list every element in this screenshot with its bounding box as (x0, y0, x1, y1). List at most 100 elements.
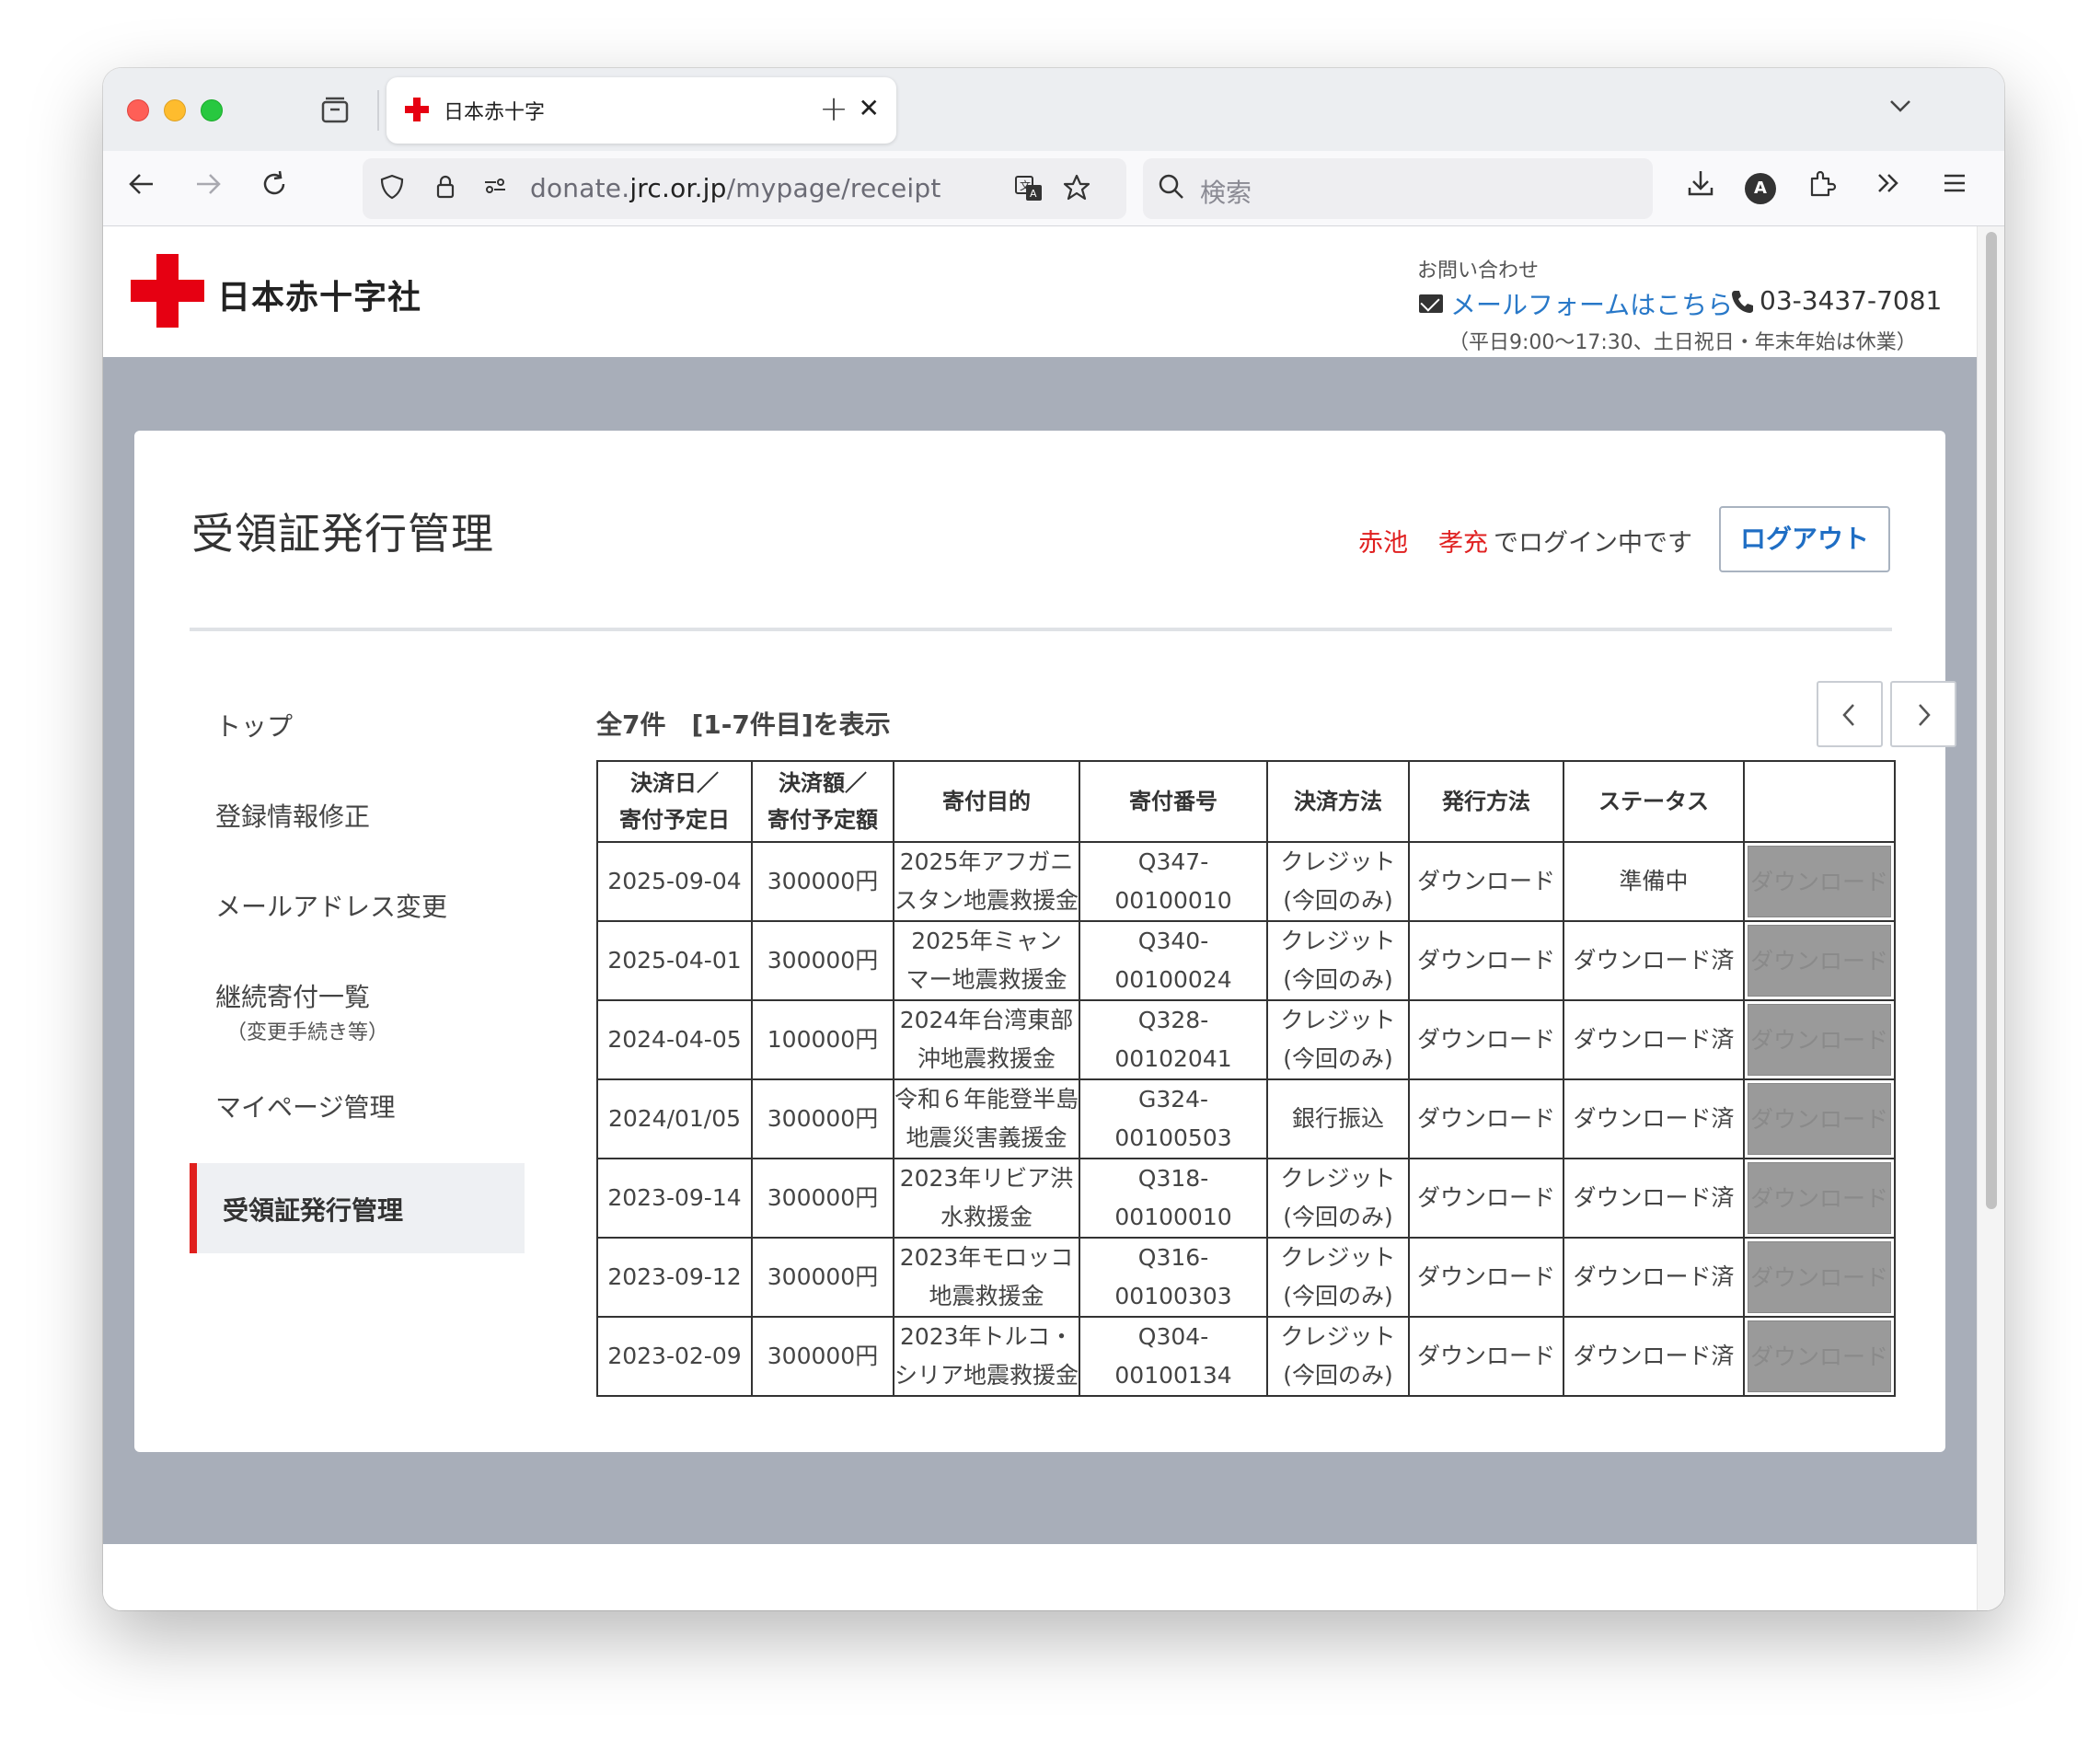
download-button[interactable]: ダウンロード (1748, 1004, 1892, 1076)
download-button[interactable]: ダウンロード (1748, 925, 1892, 997)
address-bar[interactable]: donate.jrc.or.jp/mypage/receipt 文A (363, 158, 1126, 219)
column-header (1743, 760, 1897, 843)
shield-icon[interactable] (375, 173, 409, 206)
sidebar-item-label: トップ (215, 711, 294, 742)
purpose-cell-line: 地震救援金 (929, 1283, 1044, 1309)
payment-method-cell: クレジット (今回のみ) (1266, 999, 1411, 1080)
action-cell: ダウンロード (1743, 1316, 1897, 1397)
close-tab-icon[interactable]: ✕ (859, 92, 880, 125)
sidebar-item-recurring-donations[interactable]: 継続寄付一覧 （変更手続き等） (190, 950, 525, 1073)
logo-text[interactable]: 日本赤十字社 (217, 271, 421, 318)
url-prefix: donate. (530, 173, 630, 203)
lock-icon[interactable] (429, 173, 462, 206)
payment-method-cell-line: 銀行振込 (1292, 1105, 1385, 1132)
scrollbar-thumb[interactable] (1986, 232, 1997, 1209)
svg-text:A: A (1030, 188, 1037, 200)
reload-icon[interactable] (254, 167, 294, 208)
download-button[interactable]: ダウンロード (1748, 1162, 1892, 1234)
purpose-cell: 2023年トルコ・ シリア地震救援金 (892, 1316, 1081, 1397)
chevron-down-icon[interactable] (1887, 92, 1914, 126)
payment-method-cell: クレジット (今回のみ) (1266, 920, 1411, 1001)
table-row: 2023-02-09 300000円 2023年トルコ・ シリア地震救援金 Q304-0… (596, 1316, 1897, 1397)
payment-method-cell-line: (今回のみ) (1283, 1045, 1393, 1072)
permissions-icon[interactable] (479, 173, 512, 206)
payment-method-cell-line: クレジット (1280, 848, 1396, 875)
user-last-name: 赤池 (1358, 529, 1408, 558)
url-text[interactable]: donate.jrc.or.jp/mypage/receipt (530, 173, 941, 203)
payment-date-cell: 2024/01/05 (596, 1078, 753, 1159)
new-tab-button[interactable]: + (815, 90, 852, 127)
sidebar-item-email-change[interactable]: メールアドレス変更 (190, 859, 525, 950)
back-arrow-icon[interactable] (121, 167, 162, 208)
tab-overview-icon[interactable] (318, 94, 352, 127)
account-avatar-icon[interactable]: A (1745, 173, 1776, 204)
status-cell: ダウンロード済 (1563, 1078, 1746, 1159)
payment-method-cell-line: クレジット (1280, 1007, 1396, 1033)
purpose-cell-line: 水救援金 (940, 1204, 1033, 1230)
purpose-cell: 2023年リビア洪 水救援金 (892, 1158, 1081, 1239)
user-first-name: 孝充 (1438, 529, 1488, 558)
download-button[interactable]: ダウンロード (1748, 1083, 1892, 1155)
donation-number-cell: Q328-00102041 (1079, 999, 1269, 1080)
extensions-icon[interactable] (1802, 167, 1842, 208)
zoom-window-button[interactable] (201, 99, 223, 121)
title-divider (190, 628, 1892, 631)
overflow-chevrons-icon[interactable] (1868, 167, 1909, 208)
purpose-cell: 令和６年能登半島 地震災害義援金 (892, 1078, 1081, 1159)
payment-method-cell-line: クレジット (1280, 1323, 1396, 1350)
purpose-cell-line: シリア地震救援金 (894, 1362, 1079, 1389)
sidebar-item-profile-edit[interactable]: 登録情報修正 (190, 769, 525, 859)
sidebar-item-mypage-settings[interactable]: マイページ管理 (190, 1073, 525, 1163)
column-header: 決済額／ 寄付予定額 (751, 760, 894, 843)
next-page-button[interactable] (1890, 681, 1956, 747)
column-header-text: 寄付目的 (942, 789, 1031, 814)
scrollbar[interactable] (1977, 226, 2004, 1610)
payment-date-cell: 2023-02-09 (596, 1316, 753, 1397)
sidebar-item-top[interactable]: トップ (190, 679, 525, 769)
issue-method-cell: ダウンロード (1408, 920, 1565, 1001)
red-cross-logo-icon[interactable] (131, 254, 204, 328)
donation-number-cell: Q318-00100010 (1079, 1158, 1269, 1239)
sidebar-item-label: 受領証発行管理 (223, 1195, 404, 1226)
translate-icon[interactable]: 文A (1012, 173, 1045, 206)
main-card: 受領証発行管理 赤池 孝充 でログイン中です ログアウト トップ 登録情報修正 メ… (134, 431, 1956, 1452)
payment-date-cell: 2025-04-01 (596, 920, 753, 1001)
purpose-cell-line: マー地震救援金 (906, 966, 1067, 993)
minimize-window-button[interactable] (164, 99, 186, 121)
content-background: 受領証発行管理 赤池 孝充 でログイン中です ログアウト トップ 登録情報修正 メ… (103, 357, 1977, 1544)
purpose-cell-line: 2023年トルコ・ (899, 1323, 1074, 1350)
bookmark-star-icon[interactable] (1060, 173, 1093, 206)
payment-method-cell-line: (今回のみ) (1283, 966, 1393, 993)
download-button[interactable]: ダウンロード (1748, 1320, 1892, 1392)
amount-cell: 100000円 (751, 999, 894, 1080)
search-bar[interactable]: 検索 (1143, 158, 1653, 219)
purpose-cell: 2024年台湾東部 沖地震救援金 (892, 999, 1081, 1080)
prev-page-button[interactable] (1817, 681, 1883, 747)
url-path: /mypage/receipt (726, 173, 941, 203)
action-cell: ダウンロード (1743, 1158, 1897, 1239)
logout-button[interactable]: ログアウト (1719, 506, 1890, 572)
login-suffix: でログイン中です (1494, 529, 1692, 558)
amount-cell: 300000円 (751, 920, 894, 1001)
download-button[interactable]: ダウンロード (1748, 1241, 1892, 1313)
close-window-button[interactable] (127, 99, 149, 121)
purpose-cell: 2025年アフガニ スタン地震救援金 (892, 841, 1081, 922)
navigation-toolbar: donate.jrc.or.jp/mypage/receipt 文A 検索 A (103, 151, 2004, 226)
action-cell: ダウンロード (1743, 841, 1897, 922)
status-cell: ダウンロード済 (1563, 920, 1746, 1001)
action-cell: ダウンロード (1743, 920, 1897, 1001)
donation-number-cell: Q340-00100024 (1079, 920, 1269, 1001)
status-cell: ダウンロード済 (1563, 1316, 1746, 1397)
purpose-cell-line: 2023年モロッコ (899, 1244, 1074, 1271)
forward-arrow-icon[interactable] (188, 167, 228, 208)
purpose-cell: 2023年モロッコ 地震救援金 (892, 1237, 1081, 1318)
sidebar-item-receipt-management[interactable]: 受領証発行管理 (190, 1163, 525, 1253)
download-button[interactable]: ダウンロード (1748, 846, 1892, 917)
column-header: 発行方法 (1408, 760, 1565, 843)
hamburger-menu-icon[interactable] (1934, 167, 1975, 208)
receipt-table: 決済日／ 寄付予定日 決済額／ 寄付予定額 寄付目的 寄付番号 決済方法 発行方法 ステータス … (596, 760, 1897, 1397)
download-icon[interactable] (1680, 167, 1721, 208)
column-header-text: ステータス (1598, 789, 1710, 814)
contact-form-link[interactable]: メールフォームはこちら (1450, 285, 1733, 322)
column-header: 決済方法 (1266, 760, 1411, 843)
